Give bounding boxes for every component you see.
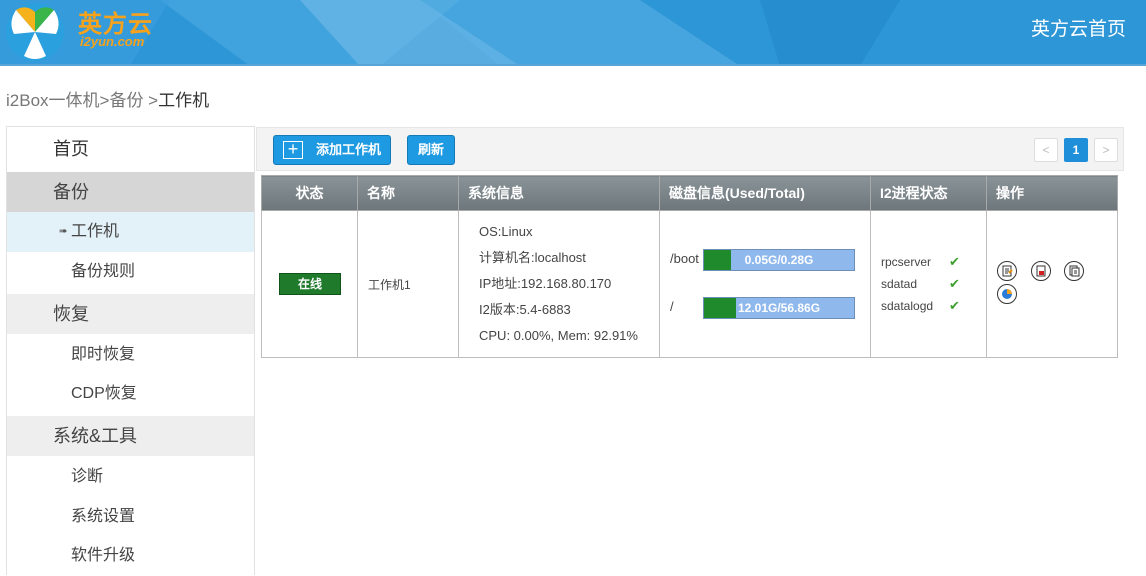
- column-header-status: 状态: [261, 175, 358, 211]
- check-icon: ✔: [949, 276, 960, 291]
- refresh-button[interactable]: 刷新: [407, 135, 455, 165]
- breadcrumb-path[interactable]: i2Box一体机>备份: [6, 91, 143, 110]
- breadcrumb-current: 工作机: [158, 91, 210, 110]
- copy-icon[interactable]: [1064, 261, 1085, 281]
- disk-mount: /: [670, 299, 674, 314]
- process-row: sdatad ✔: [881, 273, 986, 295]
- process-row: rpcserver ✔: [881, 251, 986, 273]
- operations-cell: [986, 210, 1118, 358]
- name-cell: 工作机1: [357, 210, 459, 358]
- sidebar-item-cdp-restore[interactable]: CDP恢复: [7, 374, 254, 414]
- sidebar-item-backup-rules[interactable]: 备份规则: [7, 252, 254, 292]
- column-header-disk-info: 磁盘信息(Used/Total): [659, 175, 871, 211]
- sidebar-item-home[interactable]: 首页: [7, 129, 254, 169]
- add-workstation-button[interactable]: + 添加工作机: [273, 135, 391, 165]
- sidebar-group-backup[interactable]: 备份: [7, 172, 254, 212]
- breadcrumb-separator: >: [143, 91, 159, 110]
- sys-ip: IP地址:192.168.80.170: [479, 276, 612, 291]
- sidebar-item-diagnose[interactable]: 诊断: [7, 457, 254, 497]
- plus-icon: +: [283, 140, 303, 159]
- table-header-row: 状态 名称 系统信息 磁盘信息(Used/Total) I2进程状态 操作: [261, 175, 1118, 211]
- process-status-cell: rpcserver ✔ sdatad ✔ sdatalogd ✔: [870, 210, 987, 358]
- disk-info-cell: /boot 0.05G/0.28G / 12.01G/56.86G: [659, 210, 871, 358]
- breadcrumb: i2Box一体机>备份 >工作机: [6, 86, 209, 111]
- sys-os: OS:Linux: [479, 224, 533, 239]
- pager-page-1[interactable]: 1: [1064, 138, 1088, 162]
- home-link[interactable]: 英方云首页: [1031, 14, 1126, 41]
- pdf-icon[interactable]: [1030, 261, 1051, 281]
- sidebar-item-system-settings[interactable]: 系统设置: [7, 497, 254, 537]
- add-workstation-label: 添加工作机: [316, 142, 382, 157]
- disk-mount: /boot: [670, 251, 699, 266]
- process-name: rpcserver: [881, 255, 932, 269]
- sidebar-item-label: 工作机: [71, 223, 120, 240]
- column-header-system-info: 系统信息: [458, 175, 660, 211]
- disk-row-root: / 12.01G/56.86G: [670, 297, 870, 319]
- workstation-table: 状态 名称 系统信息 磁盘信息(Used/Total) I2进程状态 操作 在线…: [261, 175, 1118, 358]
- disk-row-boot: /boot 0.05G/0.28G: [670, 249, 870, 271]
- sidebar-group-restore[interactable]: 恢复: [7, 294, 254, 334]
- disk-usage-bar: 12.01G/56.86G: [703, 297, 855, 319]
- logo-subtext: i2yun.com: [80, 34, 145, 49]
- sidebar-item-workstation[interactable]: ➠ 工作机: [7, 212, 254, 252]
- sidebar-item-instant-restore[interactable]: 即时恢复: [7, 335, 254, 375]
- sidebar-item-software-upgrade[interactable]: 软件升级: [7, 536, 254, 576]
- table-row: 在线 工作机1 OS:Linux 计算机名:localhost IP地址:192…: [261, 210, 1118, 358]
- column-header-operations: 操作: [986, 175, 1118, 211]
- column-header-process-status: I2进程状态: [870, 175, 987, 211]
- sidebar-group-system-tools[interactable]: 系统&工具: [7, 416, 254, 456]
- disk-usage-text: 0.05G/0.28G: [744, 253, 814, 267]
- pager-next-button[interactable]: >: [1094, 138, 1118, 162]
- toolbar: + 添加工作机 刷新 < 1 >: [256, 127, 1124, 171]
- sys-usage: CPU: 0.00%, Mem: 92.91%: [479, 328, 638, 343]
- edit-icon[interactable]: [997, 261, 1017, 281]
- top-header: 英方云 i2yun.com 英方云首页: [0, 0, 1146, 66]
- column-header-name: 名称: [357, 175, 459, 211]
- process-name: sdatalogd: [881, 299, 934, 313]
- disk-usage-text: 12.01G/56.86G: [737, 301, 821, 315]
- pie-chart-icon[interactable]: [997, 284, 1017, 304]
- sys-hostname: 计算机名:localhost: [479, 250, 586, 265]
- status-cell: 在线: [261, 210, 358, 358]
- arrow-right-icon: ➠: [59, 226, 68, 237]
- pager-prev-button[interactable]: <: [1034, 138, 1058, 162]
- check-icon: ✔: [949, 298, 960, 313]
- process-row: sdatalogd ✔: [881, 295, 986, 317]
- disk-usage-bar: 0.05G/0.28G: [703, 249, 855, 271]
- sys-version: I2版本:5.4-6883: [479, 302, 571, 317]
- status-badge: 在线: [279, 273, 341, 295]
- system-info-cell: OS:Linux 计算机名:localhost IP地址:192.168.80.…: [458, 210, 660, 358]
- sidebar: 首页 备份 ➠ 工作机 备份规则 恢复 即时恢复 CDP恢复 系统&工具 诊断 …: [6, 126, 255, 575]
- header-background: [0, 0, 900, 64]
- process-name: sdatad: [881, 277, 918, 291]
- logo-icon: [6, 3, 64, 61]
- check-icon: ✔: [949, 254, 960, 269]
